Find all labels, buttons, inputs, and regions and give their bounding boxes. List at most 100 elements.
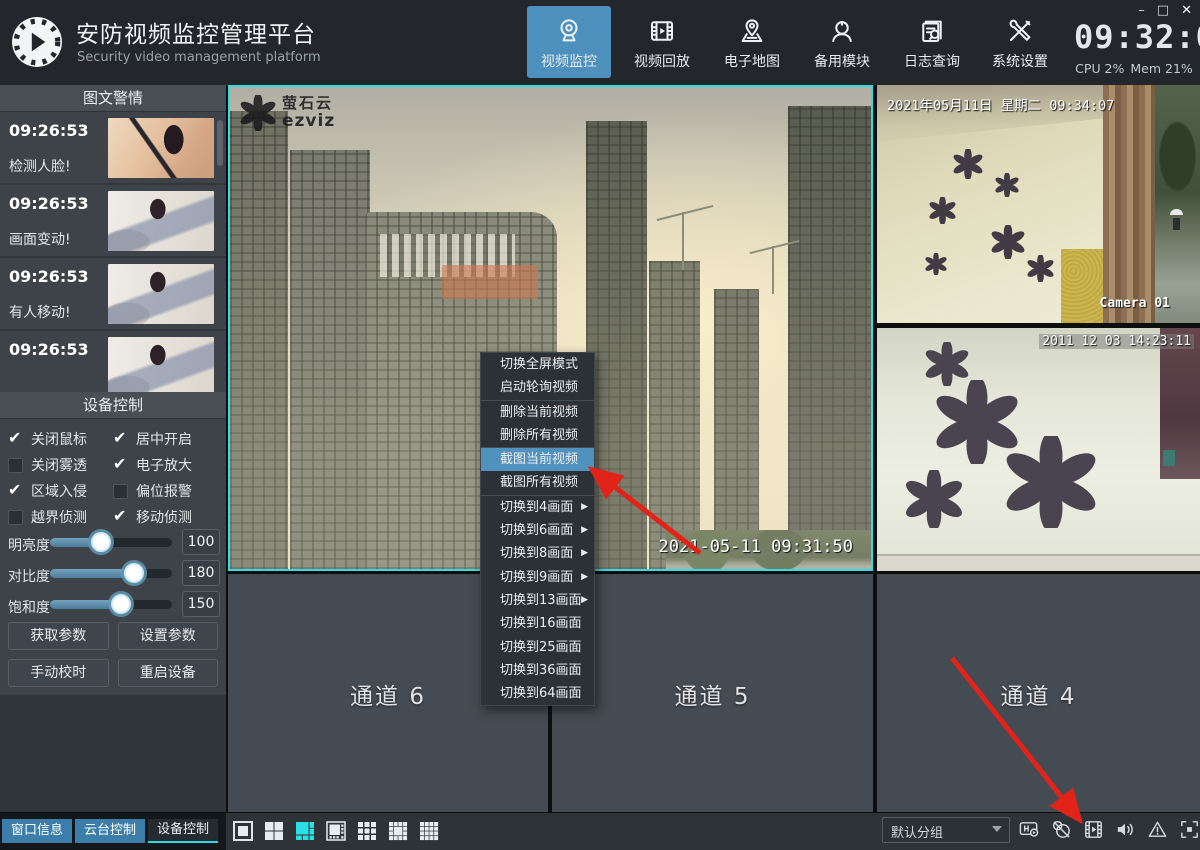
checkbox-close-mouse[interactable]: 关闭鼠标 xyxy=(8,426,113,452)
checkbox-icon xyxy=(113,484,128,499)
app-subtitle: Security video management platform xyxy=(77,50,321,65)
fullscreen-icon[interactable] xyxy=(1178,818,1200,841)
menu-item-delete-current[interactable]: 删除当前视频 xyxy=(481,401,594,424)
menu-item-switch-9[interactable]: 切换到9画面▶ xyxy=(481,566,594,589)
tab-window-info[interactable]: 窗口信息 xyxy=(2,819,72,843)
bottom-toolbar: 窗口信息 云台控制 设备控制 xyxy=(0,812,1200,850)
layout-8-view-icon[interactable] xyxy=(325,820,347,842)
nav-label: 备用模块 xyxy=(814,51,870,71)
menu-item-start-polling[interactable]: 启动轮询视频 xyxy=(481,376,594,399)
alarm-list-scrollbar[interactable] xyxy=(217,120,223,166)
manual-time-sync-button[interactable]: 手动校时 xyxy=(8,659,109,687)
nav-video-playback[interactable]: 视频回放 xyxy=(620,6,704,78)
menu-item-snapshot-current[interactable]: 截图当前视频 xyxy=(481,448,594,471)
checkbox-motion-detect[interactable]: 移动侦测 xyxy=(113,504,218,530)
checkbox-line-cross[interactable]: 越界侦测 xyxy=(8,504,113,530)
nav-video-monitor[interactable]: 视频监控 xyxy=(527,6,611,78)
record-video-icon[interactable] xyxy=(1082,818,1105,841)
layout-16-view-icon[interactable] xyxy=(418,820,440,842)
nav-e-map[interactable]: 电子地图 xyxy=(710,6,794,78)
menu-item-switch-36[interactable]: 切换到36画面 xyxy=(481,659,594,682)
group-select-dropdown[interactable]: 默认分组 xyxy=(882,817,1010,843)
menu-item-switch-64[interactable]: 切换到64画面 xyxy=(481,682,594,705)
slider-value: 100 xyxy=(182,529,220,555)
menu-item-switch-16[interactable]: 切换到16画面 xyxy=(481,612,594,635)
checkbox-digital-zoom[interactable]: 电子放大 xyxy=(113,452,218,478)
menu-item-switch-6[interactable]: 切换到6画面▶ xyxy=(481,519,594,542)
slider-handle[interactable] xyxy=(111,594,131,614)
menu-item-snapshot-all[interactable]: 截图所有视频 xyxy=(481,471,594,494)
tab-device-control[interactable]: 设备控制 xyxy=(148,819,218,843)
set-params-button[interactable]: 设置参数 xyxy=(118,622,219,650)
slider-value: 150 xyxy=(182,591,220,617)
alarm-warning-icon[interactable] xyxy=(1146,818,1169,841)
video-channel-5[interactable]: 通道 5 xyxy=(552,574,873,812)
minimize-button[interactable]: – xyxy=(1138,3,1145,19)
brightness-slider[interactable] xyxy=(50,538,172,547)
alarm-item[interactable]: 09:26:53 画面变动! xyxy=(0,185,226,258)
layout-9-view-icon[interactable] xyxy=(356,820,378,842)
nav-backup-module[interactable]: 备用模块 xyxy=(800,6,884,78)
submenu-arrow-icon: ▶ xyxy=(581,519,588,542)
stop-polling-icon[interactable] xyxy=(1050,818,1073,841)
alarm-time: 09:26:53 xyxy=(9,121,89,140)
saturation-slider[interactable] xyxy=(50,600,172,609)
alarm-panel-title: 图文警情 xyxy=(0,85,226,112)
submenu-arrow-icon: ▶ xyxy=(581,496,588,519)
slider-label: 饱和度 xyxy=(8,597,50,617)
video-channel-cam2[interactable]: 2011 12 03 14:23:11 xyxy=(877,328,1200,571)
playback-film-icon xyxy=(647,12,677,50)
video-grid: 萤石云 ezviz 2021-05-11 09:31:50 2021年05月11… xyxy=(226,85,1200,812)
layout-4-view-icon[interactable] xyxy=(263,820,285,842)
get-params-button[interactable]: 获取参数 xyxy=(8,622,109,650)
device-panel-title: 设备控制 xyxy=(0,392,226,419)
alarm-thumbnail xyxy=(108,118,214,178)
nav-system-settings[interactable]: 系统设置 xyxy=(978,6,1062,78)
menu-item-switch-13[interactable]: 切换到13画面▶ xyxy=(481,589,594,612)
slider-handle[interactable] xyxy=(124,563,144,583)
video-channel-cam1[interactable]: 2021年05月11日 星期二 09:34:07 Camera 01 xyxy=(877,85,1200,323)
nav-label: 日志查询 xyxy=(904,51,960,71)
hd-decode-icon[interactable] xyxy=(1018,818,1041,841)
osd-timestamp: 2011 12 03 14:23:11 xyxy=(1039,334,1194,349)
log-search-icon xyxy=(917,12,947,50)
checkbox-icon xyxy=(8,510,23,525)
slider-label: 对比度 xyxy=(8,566,50,586)
checkbox-center-on[interactable]: 居中开启 xyxy=(113,426,218,452)
alarm-label: 画面变动! xyxy=(9,229,71,249)
slider-value: 180 xyxy=(182,560,220,586)
nav-log-query[interactable]: 日志查询 xyxy=(890,6,974,78)
menu-item-switch-8[interactable]: 切换到8画面▶ xyxy=(481,542,594,565)
contrast-slider[interactable] xyxy=(50,569,172,578)
alarm-thumbnail xyxy=(108,191,214,251)
maximize-button[interactable]: □ xyxy=(1157,3,1169,19)
layout-switcher xyxy=(232,820,440,842)
close-button[interactable]: ✕ xyxy=(1181,3,1192,19)
checkbox-region-intrusion[interactable]: 区域入侵 xyxy=(8,478,113,504)
alarm-time: 09:26:53 xyxy=(9,340,89,359)
volume-icon[interactable] xyxy=(1114,818,1137,841)
app-logo-icon xyxy=(11,16,63,68)
menu-item-switch-4[interactable]: 切换到4画面▶ xyxy=(481,496,594,519)
layout-13-view-icon[interactable] xyxy=(387,820,409,842)
menu-item-delete-all[interactable]: 删除所有视频 xyxy=(481,424,594,447)
digital-clock: 09:32:06 xyxy=(1074,19,1196,55)
tab-ptz-control[interactable]: 云台控制 xyxy=(75,819,145,843)
reboot-device-button[interactable]: 重启设备 xyxy=(118,659,219,687)
alarm-item[interactable]: 09:26:53 xyxy=(0,331,226,392)
menu-item-fullscreen[interactable]: 切换全屏模式 xyxy=(481,353,594,376)
slider-handle[interactable] xyxy=(91,532,111,552)
menu-item-switch-25[interactable]: 切换到25画面 xyxy=(481,636,594,659)
layout-6-view-icon-active[interactable] xyxy=(294,820,316,842)
alarm-item[interactable]: 09:26:53 有人移动! xyxy=(0,258,226,331)
sidebar-tabs: 窗口信息 云台控制 设备控制 xyxy=(2,819,218,843)
alarm-item[interactable]: 09:26:53 检测人脸! xyxy=(0,112,226,185)
slider-label: 明亮度 xyxy=(8,535,50,555)
layout-1-view-icon[interactable] xyxy=(232,820,254,842)
title-bar: 安防视频监控管理平台 Security video management pla… xyxy=(0,0,1200,85)
checkbox-defog-off[interactable]: 关闭雾透 xyxy=(8,452,113,478)
video-channel-4[interactable]: 通道 4 xyxy=(877,574,1200,812)
chevron-down-icon xyxy=(992,826,1002,832)
checkbox-offset-alarm[interactable]: 偏位报警 xyxy=(113,478,218,504)
alarm-list: 09:26:53 检测人脸! 09:26:53 画面变动! 09:26:53 有… xyxy=(0,112,226,392)
